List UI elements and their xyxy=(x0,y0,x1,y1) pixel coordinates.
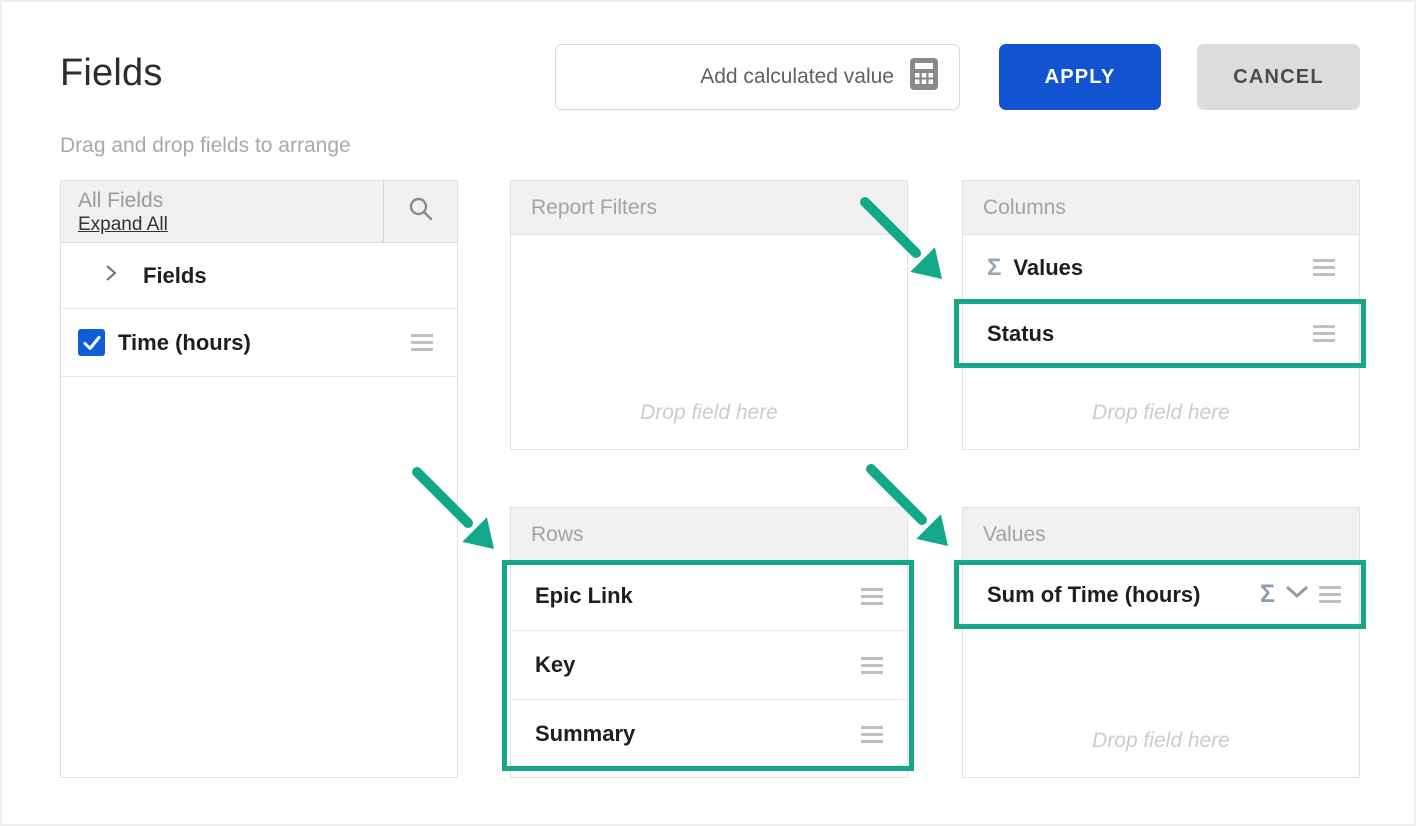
sigma-icon: Σ xyxy=(987,254,1001,282)
drop-placeholder: Drop field here xyxy=(511,401,907,425)
row-item-key[interactable]: Key xyxy=(511,631,907,700)
value-item-label: Sum of Time (hours) xyxy=(987,582,1201,608)
rows-panel: Rows Epic Link Key Summary xyxy=(510,507,908,778)
tree-item-fields[interactable]: Fields xyxy=(61,243,457,309)
report-filters-header: Report Filters xyxy=(511,181,907,235)
value-item-sum-of-time-hours[interactable]: Sum of Time (hours) Σ xyxy=(963,562,1359,628)
page-title: Fields xyxy=(60,52,163,95)
rows-header: Rows xyxy=(511,508,907,562)
column-item-status[interactable]: Status xyxy=(963,301,1359,367)
row-item-label: Summary xyxy=(535,721,635,747)
checkbox-checked[interactable] xyxy=(78,329,105,356)
report-filters-panel: Report Filters Drop field here xyxy=(510,180,908,450)
drop-placeholder: Drop field here xyxy=(963,729,1359,753)
add-calculated-value-button[interactable]: Add calculated value xyxy=(555,44,960,110)
values-header: Values xyxy=(963,508,1359,562)
column-item-label: Values xyxy=(1013,255,1083,281)
drag-handle-icon[interactable] xyxy=(861,657,883,674)
search-button[interactable] xyxy=(383,181,457,242)
drag-handle-icon[interactable] xyxy=(861,726,883,743)
all-fields-panel: All Fields Expand All Fields xyxy=(60,180,458,778)
chevron-down-icon[interactable] xyxy=(1285,585,1309,604)
row-item-label: Key xyxy=(535,652,575,678)
add-calculated-value-label: Add calculated value xyxy=(700,65,894,89)
column-item-values[interactable]: Σ Values xyxy=(963,235,1359,301)
values-panel: Values Sum of Time (hours) Σ Drop field … xyxy=(962,507,1360,778)
sigma-icon[interactable]: Σ xyxy=(1260,580,1275,609)
cancel-button[interactable]: CANCEL xyxy=(1197,44,1360,110)
rows-group: Epic Link Key Summary xyxy=(511,562,907,769)
columns-panel: Columns Σ Values Status Drop field here xyxy=(962,180,1360,450)
apply-button[interactable]: APPLY xyxy=(999,44,1161,110)
fields-dialog: Fields Drag and drop fields to arrange A… xyxy=(0,0,1416,826)
drag-handle-icon[interactable] xyxy=(1319,586,1341,603)
all-fields-title: All Fields xyxy=(78,188,383,213)
chevron-right-icon xyxy=(105,263,117,288)
drag-handle-icon[interactable] xyxy=(1313,325,1335,342)
field-item-label: Time (hours) xyxy=(118,330,251,356)
tree-item-label: Fields xyxy=(143,263,207,289)
expand-all-link[interactable]: Expand All xyxy=(78,213,168,237)
column-item-label: Status xyxy=(987,321,1054,347)
page-subtitle: Drag and drop fields to arrange xyxy=(60,134,351,158)
drop-placeholder: Drop field here xyxy=(963,401,1359,425)
drag-handle-icon[interactable] xyxy=(861,588,883,605)
row-item-summary[interactable]: Summary xyxy=(511,700,907,769)
search-icon xyxy=(407,195,435,228)
all-fields-header: All Fields Expand All xyxy=(61,181,457,243)
row-item-label: Epic Link xyxy=(535,583,633,609)
row-item-epic-link[interactable]: Epic Link xyxy=(511,562,907,631)
columns-header: Columns xyxy=(963,181,1359,235)
drag-handle-icon[interactable] xyxy=(411,334,433,351)
drag-handle-icon[interactable] xyxy=(1313,259,1335,276)
field-item-time-hours[interactable]: Time (hours) xyxy=(61,309,457,377)
calculator-icon xyxy=(909,57,939,97)
